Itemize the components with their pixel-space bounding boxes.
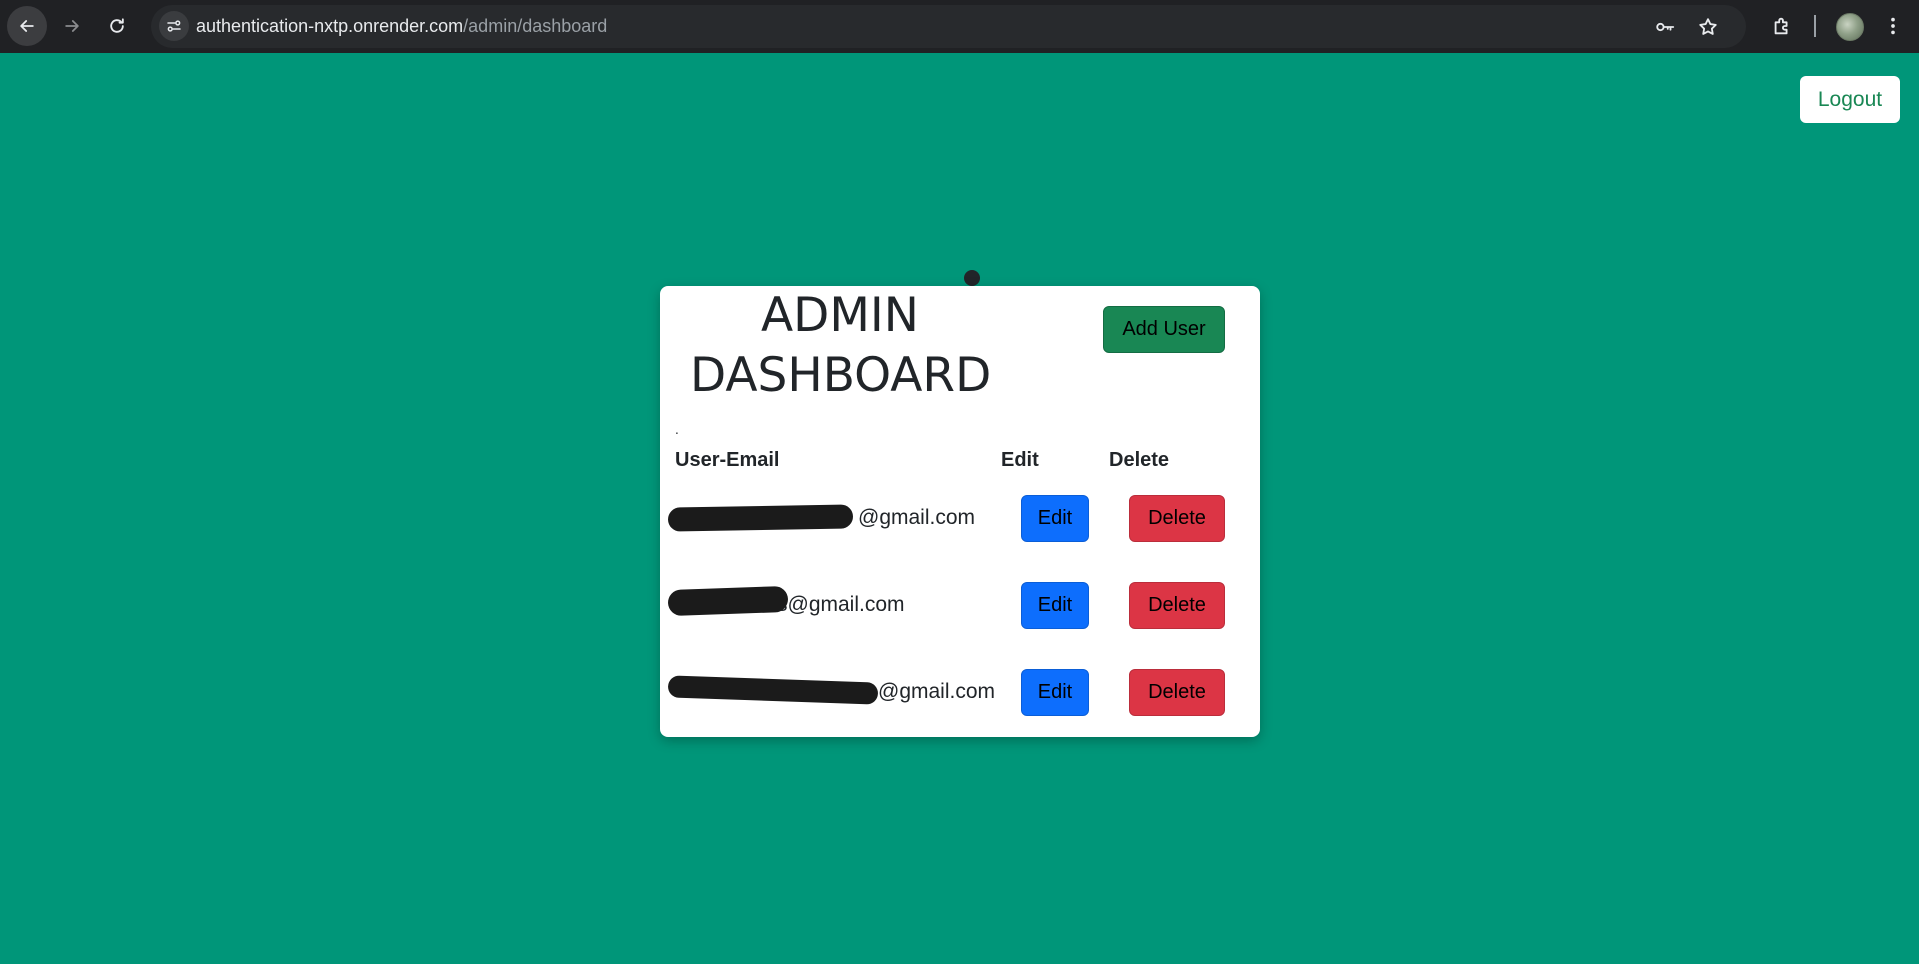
url-host: authentication-nxtp.onrender.com bbox=[196, 16, 464, 36]
more-menu-button[interactable] bbox=[1880, 13, 1906, 39]
edit-button[interactable]: Edit bbox=[1021, 669, 1089, 716]
bookmark-button[interactable] bbox=[1696, 15, 1720, 39]
site-info-button[interactable] bbox=[159, 11, 189, 41]
back-button[interactable] bbox=[7, 6, 47, 46]
toolbar-divider bbox=[1814, 15, 1816, 37]
more-menu-icon bbox=[1891, 17, 1895, 35]
column-header-delete: Delete bbox=[1109, 449, 1170, 471]
password-key-button[interactable] bbox=[1653, 15, 1677, 39]
column-header-email: User-Email bbox=[675, 449, 780, 471]
forward-button[interactable] bbox=[52, 6, 92, 46]
extensions-button[interactable] bbox=[1769, 13, 1795, 39]
browser-toolbar: authentication-nxtp.onrender.com/admin/d… bbox=[0, 0, 1919, 53]
user-email: @gmail.com bbox=[878, 680, 995, 704]
user-email-text: @gmail.com bbox=[878, 680, 996, 703]
logout-button[interactable]: Logout bbox=[1800, 76, 1900, 123]
add-user-button[interactable]: Add User bbox=[1103, 306, 1225, 353]
page-title: ADMIN DASHBOARD bbox=[690, 286, 992, 406]
back-arrow-icon bbox=[20, 20, 34, 32]
stray-mark: . bbox=[675, 423, 679, 437]
address-bar[interactable]: authentication-nxtp.onrender.com/admin/d… bbox=[151, 5, 1746, 48]
site-info-icon bbox=[167, 20, 181, 32]
star-icon bbox=[1699, 18, 1717, 35]
table-row: @gmail.com Edit Delete bbox=[660, 669, 1260, 719]
table-row: @gmail.com Edit Delete bbox=[660, 495, 1260, 545]
column-header-edit: Edit bbox=[1001, 449, 1039, 471]
reload-button[interactable] bbox=[97, 6, 137, 46]
redaction-mark bbox=[667, 675, 879, 705]
user-email-text: s@gmail.com bbox=[777, 593, 905, 616]
user-email-text: @gmail.com bbox=[858, 506, 976, 529]
table-row: s@gmail.com Edit Delete bbox=[660, 582, 1260, 632]
url-path: /admin/dashboard bbox=[463, 16, 608, 36]
key-icon bbox=[1656, 22, 1675, 32]
decorative-dot bbox=[964, 270, 980, 286]
admin-dashboard-card: ADMIN DASHBOARD Add User . User-Email Ed… bbox=[660, 286, 1260, 737]
extensions-icon bbox=[1774, 17, 1788, 35]
reload-icon bbox=[110, 18, 124, 33]
user-email: s@gmail.com bbox=[777, 593, 905, 617]
delete-button[interactable]: Delete bbox=[1129, 582, 1225, 629]
edit-button[interactable]: Edit bbox=[1021, 495, 1089, 542]
delete-button[interactable]: Delete bbox=[1129, 495, 1225, 542]
redaction-mark bbox=[667, 585, 789, 617]
forward-arrow-icon bbox=[65, 20, 79, 32]
user-email: @gmail.com bbox=[858, 506, 975, 530]
edit-button[interactable]: Edit bbox=[1021, 582, 1089, 629]
page-body: Logout ADMIN DASHBOARD Add User . User-E… bbox=[0, 53, 1919, 964]
redaction-mark bbox=[667, 504, 854, 532]
delete-button[interactable]: Delete bbox=[1129, 669, 1225, 716]
title-line-2: DASHBOARD bbox=[690, 348, 992, 403]
url-text[interactable]: authentication-nxtp.onrender.com/admin/d… bbox=[196, 16, 607, 37]
title-line-1: ADMIN bbox=[761, 288, 919, 343]
avatar[interactable] bbox=[1836, 13, 1864, 41]
